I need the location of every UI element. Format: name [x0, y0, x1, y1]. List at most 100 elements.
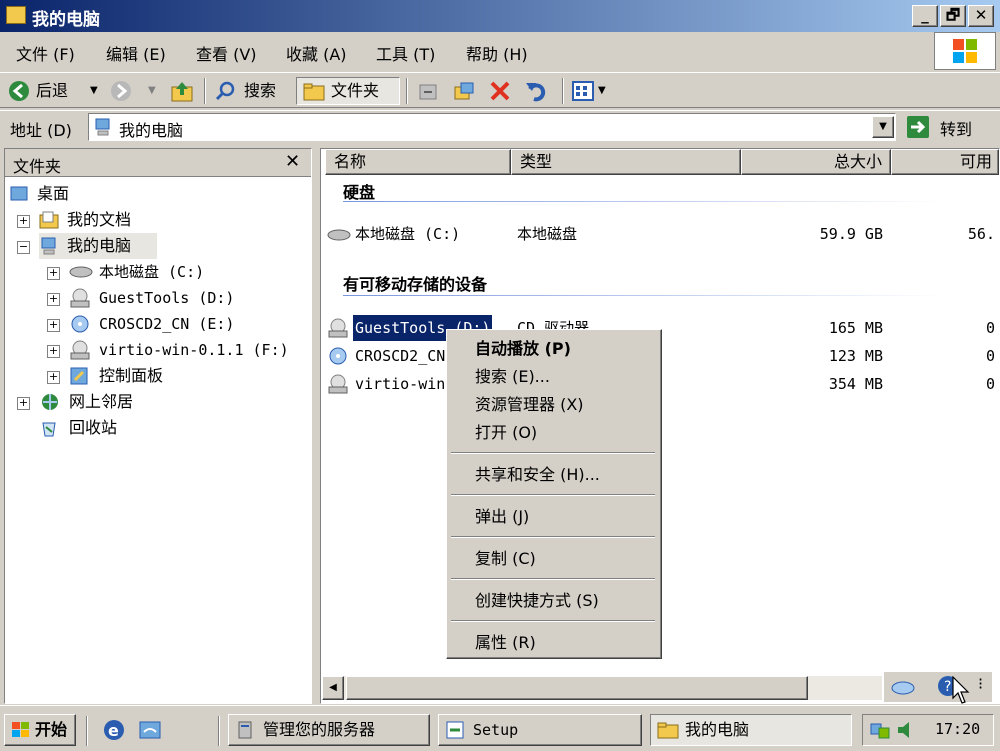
address-dropdown-button[interactable]: ▼ [872, 116, 894, 138]
menu-item-create-shortcut[interactable]: 创建快捷方式 (S) [447, 588, 657, 614]
desktop-icon [10, 186, 28, 201]
move-to-icon[interactable] [416, 79, 440, 103]
forward-button[interactable]: ▼ [110, 77, 160, 105]
task-label: Setup [473, 721, 519, 739]
address-value: 我的电脑 [119, 121, 184, 140]
show-desktop-icon[interactable] [138, 718, 162, 742]
drive-row-d[interactable]: GuestTools (D:) CD 驱动器 165 MB 0 [327, 314, 997, 342]
grip-icon: ⁝ [978, 674, 984, 693]
expand-icon[interactable]: + [47, 345, 60, 358]
menu-bar: 文件 (F) 编辑 (E) 查看 (V) 收藏 (A) 工具 (T) 帮助 (H… [0, 34, 1000, 70]
column-header-free[interactable]: 可用 [891, 149, 999, 175]
collapse-icon[interactable]: − [17, 241, 30, 254]
task-my-computer[interactable]: 我的电脑 [650, 714, 852, 746]
folders-button[interactable]: 文件夹 [296, 77, 400, 105]
menu-item-autoplay[interactable]: 自动播放 (P) [447, 336, 657, 362]
maximize-button[interactable]: 🗗 [940, 5, 966, 27]
folder-pane-header: 文件夹 ✕ [5, 149, 311, 177]
recycle-bin-icon [42, 422, 56, 437]
chevron-down-icon[interactable]: ▼ [90, 77, 98, 105]
drive-size: 123 MB [828, 347, 883, 365]
drive-row-f[interactable]: virtio-win 354 MB 0 [327, 371, 997, 397]
task-setup[interactable]: Setup [438, 714, 642, 746]
drive-type: 本地磁盘 [517, 225, 578, 243]
menu-item-copy[interactable]: 复制 (C) [447, 546, 657, 572]
hard-disk-icon [69, 266, 93, 278]
views-button[interactable]: ▼ [572, 77, 612, 105]
expand-icon[interactable]: + [17, 397, 30, 410]
column-header-type[interactable]: 类型 [511, 149, 741, 175]
address-input[interactable]: 我的电脑 [88, 113, 896, 141]
back-arrow-icon [9, 81, 29, 101]
horizontal-scrollbar[interactable]: ◀ [322, 676, 882, 700]
control-panel-icon [70, 367, 88, 385]
menu-item-open[interactable]: 打开 (O) [447, 420, 657, 446]
scroll-left-button[interactable]: ◀ [322, 676, 344, 700]
internet-explorer-icon[interactable]: e [102, 718, 126, 742]
drive-name: 本地磁盘 (C:) [355, 225, 461, 243]
menu-item-explore[interactable]: 资源管理器 (X) [447, 392, 657, 418]
up-folder-icon[interactable] [170, 79, 194, 103]
task-manage-server[interactable]: 管理您的服务器 [228, 714, 430, 746]
drive-tool-icon[interactable] [890, 676, 916, 698]
delete-icon[interactable] [488, 79, 512, 103]
drive-free: 0 [985, 319, 995, 337]
expand-icon[interactable]: + [17, 215, 30, 228]
expand-icon[interactable]: + [47, 293, 60, 306]
menu-separator [451, 536, 655, 538]
tree-label: 本地磁盘 (C:) [99, 263, 205, 281]
menu-view[interactable]: 查看 (V) [196, 41, 257, 65]
system-tray: 17:20 [862, 714, 994, 746]
taskbar: 开始 e 管理您的服务器 Setup 我的电脑 17:20 [0, 705, 1000, 751]
search-label: 搜索 [244, 81, 277, 100]
folder-tree-pane: 文件夹 ✕ 桌面 + 我的文档 − 我的电脑 + 本地磁盘 (C:) + Gue… [4, 148, 312, 704]
search-button[interactable]: 搜索 [214, 77, 288, 105]
menu-item-search[interactable]: 搜索 (E)... [447, 364, 657, 390]
tree-label: 网上邻居 [69, 392, 134, 411]
menu-item-properties[interactable]: 属性 (R) [447, 630, 657, 656]
title-bar[interactable]: 我的电脑 _ 🗗 ✕ [0, 0, 1000, 32]
cd-drive-icon [328, 318, 348, 338]
expand-icon[interactable]: + [47, 267, 60, 280]
drive-row-e[interactable]: CROSCD2_CN 123 MB 0 [327, 343, 997, 369]
tree-label: GuestTools (D:) [99, 289, 235, 307]
minimize-button[interactable]: _ [912, 5, 938, 27]
expand-icon[interactable]: + [47, 319, 60, 332]
volume-tray-icon[interactable] [895, 720, 917, 740]
go-button[interactable]: 转到 [904, 113, 992, 141]
folder-icon [6, 6, 26, 24]
back-button[interactable]: 后退 ▼ [8, 77, 98, 105]
menu-file[interactable]: 文件 (F) [16, 41, 75, 65]
network-tray-icon[interactable] [869, 720, 891, 740]
scroll-thumb[interactable] [346, 676, 808, 700]
clock[interactable]: 17:20 [935, 720, 980, 738]
tree-label: CROSCD2_CN (E:) [99, 315, 235, 333]
column-header-total-size[interactable]: 总大小 [741, 149, 891, 175]
close-button[interactable]: ✕ [968, 5, 994, 27]
svg-text:?: ? [944, 679, 951, 695]
menu-item-eject[interactable]: 弹出 (J) [447, 504, 657, 530]
drive-free: 0 [985, 375, 995, 393]
tree-item-my-computer[interactable]: 我的电脑 [39, 233, 157, 259]
expand-icon[interactable]: + [47, 371, 60, 384]
column-header-name[interactable]: 名称 [325, 149, 511, 175]
scroll-corner-tools: ? ⁝ [884, 672, 992, 702]
menu-edit[interactable]: 编辑 (E) [106, 41, 166, 65]
close-icon[interactable]: ✕ [285, 151, 300, 172]
documents-folder-icon [39, 211, 59, 229]
menu-tools[interactable]: 工具 (T) [376, 41, 435, 65]
menu-favorites[interactable]: 收藏 (A) [286, 41, 347, 65]
undo-icon[interactable] [524, 79, 548, 103]
drive-name: virtio-win [355, 375, 446, 393]
start-button[interactable]: 开始 [4, 714, 76, 746]
group-divider [343, 201, 943, 202]
drive-row-c[interactable]: 本地磁盘 (C:) 本地磁盘 59.9 GB 56. [327, 221, 997, 247]
menu-separator [451, 578, 655, 580]
copy-to-icon[interactable] [452, 79, 476, 103]
tree-label: virtio-win-0.1.1 (F:) [99, 341, 289, 359]
task-label: 我的电脑 [685, 720, 750, 739]
menu-help[interactable]: 帮助 (H) [466, 41, 528, 65]
chevron-down-icon[interactable]: ▼ [148, 77, 156, 105]
menu-item-sharing[interactable]: 共享和安全 (H)... [447, 462, 657, 488]
address-label: 地址 (D) [10, 121, 72, 140]
